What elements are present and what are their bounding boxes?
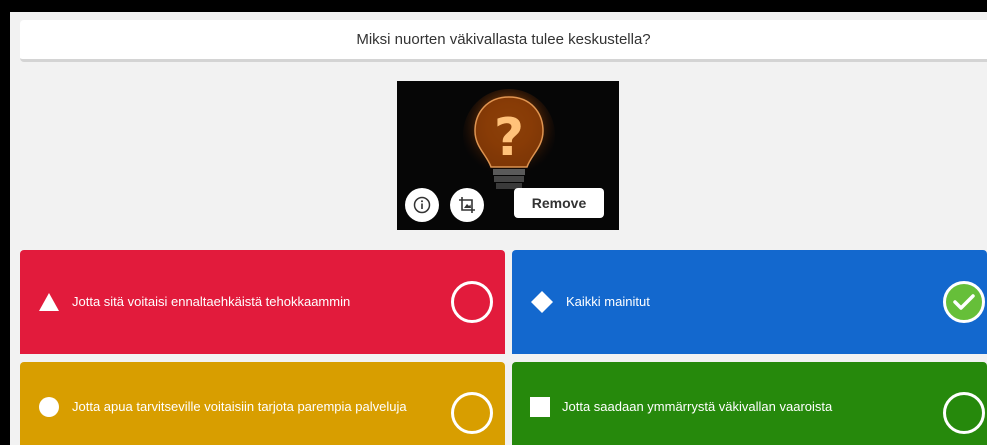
question-image: ? Remove xyxy=(397,81,619,230)
answer-option-4[interactable]: Jotta saadaan ymmärrystä väkivallan vaar… xyxy=(512,362,987,445)
answer-text-2[interactable]: Kaikki mainitut xyxy=(566,294,987,310)
correct-toggle-1[interactable] xyxy=(451,281,493,323)
remove-image-button[interactable]: Remove xyxy=(514,188,604,218)
answer-option-3[interactable]: Jotta apua tarvitseville voitaisiin tarj… xyxy=(20,362,505,445)
image-crop-button[interactable] xyxy=(450,188,484,222)
image-info-button[interactable] xyxy=(405,188,439,222)
question-editor: Miksi nuorten väkivallasta tulee keskust… xyxy=(10,12,987,445)
question-title: Miksi nuorten väkivallasta tulee keskust… xyxy=(356,31,651,48)
correct-toggle-2[interactable] xyxy=(943,281,985,323)
correct-toggle-4[interactable] xyxy=(943,392,985,434)
info-icon xyxy=(413,196,431,214)
square-icon xyxy=(530,397,550,417)
circle-icon xyxy=(39,397,59,417)
triangle-icon xyxy=(39,293,59,311)
diamond-icon xyxy=(531,291,553,313)
svg-text:?: ? xyxy=(494,108,524,168)
answer-text-3[interactable]: Jotta apua tarvitseville voitaisiin tarj… xyxy=(72,399,505,415)
answer-text-1[interactable]: Jotta sitä voitaisi ennaltaehkäistä teho… xyxy=(72,294,505,310)
answer-text-4[interactable]: Jotta saadaan ymmärrystä väkivallan vaar… xyxy=(562,399,987,415)
checkmark-icon xyxy=(953,294,975,310)
question-title-field[interactable]: Miksi nuorten väkivallasta tulee keskust… xyxy=(20,20,987,62)
correct-toggle-3[interactable] xyxy=(451,392,493,434)
crop-image-icon xyxy=(459,197,475,213)
answer-option-2[interactable]: Kaikki mainitut xyxy=(512,250,987,354)
answer-option-1[interactable]: Jotta sitä voitaisi ennaltaehkäistä teho… xyxy=(20,250,505,354)
